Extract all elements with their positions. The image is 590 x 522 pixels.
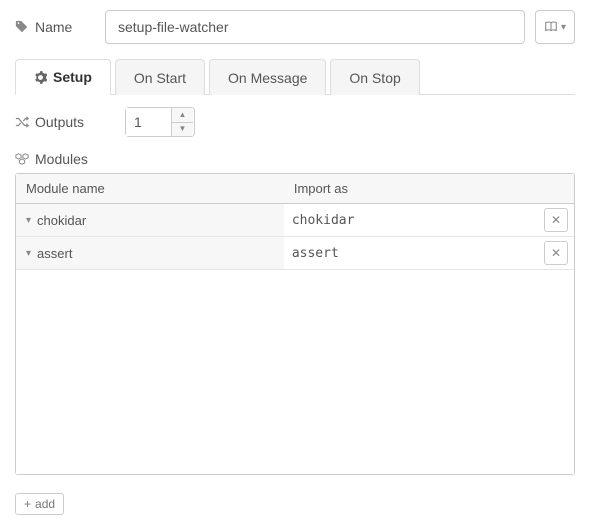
gear-icon <box>34 71 47 84</box>
plus-icon: + <box>24 497 31 511</box>
layers-dropdown-button[interactable]: ▾ <box>535 10 575 44</box>
outputs-increment[interactable]: ▲ <box>172 108 193 123</box>
cubes-icon <box>15 152 29 166</box>
modules-table: Module name Import as ▾ chokidar ✕ ▾ <box>15 173 575 475</box>
modules-label: Modules <box>35 151 88 167</box>
close-icon: ✕ <box>551 246 561 260</box>
caret-down-icon: ▾ <box>561 22 566 33</box>
tab-label: Setup <box>53 69 92 85</box>
tab-setup[interactable]: Setup <box>15 59 111 95</box>
name-label: Name <box>35 19 72 35</box>
caret-down-icon: ▾ <box>26 215 31 226</box>
delete-row-button[interactable]: ✕ <box>544 241 568 265</box>
outputs-spinner: ▲ ▼ <box>125 107 195 137</box>
outputs-decrement[interactable]: ▼ <box>172 123 193 137</box>
module-name-text: chokidar <box>37 213 86 228</box>
tab-label: On Message <box>228 70 307 86</box>
add-button[interactable]: + add <box>15 493 64 515</box>
tab-label: On Stop <box>349 70 400 86</box>
tab-on-start[interactable]: On Start <box>115 59 205 95</box>
import-as-input[interactable] <box>290 242 540 265</box>
add-button-label: add <box>35 497 55 511</box>
tag-icon <box>15 20 29 34</box>
delete-row-button[interactable]: ✕ <box>544 208 568 232</box>
import-as-input[interactable] <box>290 209 540 232</box>
tab-on-message[interactable]: On Message <box>209 59 326 95</box>
module-name-cell[interactable]: ▾ assert <box>16 237 284 269</box>
table-row: ▾ assert ✕ <box>16 237 574 270</box>
outputs-input[interactable] <box>126 108 171 136</box>
tab-label: On Start <box>134 70 186 86</box>
outputs-label: Outputs <box>35 114 84 130</box>
shuffle-icon <box>15 115 29 129</box>
module-name-cell[interactable]: ▾ chokidar <box>16 204 284 236</box>
name-input[interactable] <box>105 10 525 44</box>
table-row: ▾ chokidar ✕ <box>16 204 574 237</box>
book-icon <box>544 20 558 34</box>
caret-down-icon: ▾ <box>26 248 31 259</box>
column-module-name: Module name <box>16 174 284 203</box>
module-name-text: assert <box>37 246 72 261</box>
tabs: Setup On Start On Message On Stop <box>15 59 575 95</box>
column-import-as: Import as <box>284 174 574 203</box>
tab-on-stop[interactable]: On Stop <box>330 59 419 95</box>
close-icon: ✕ <box>551 213 561 227</box>
